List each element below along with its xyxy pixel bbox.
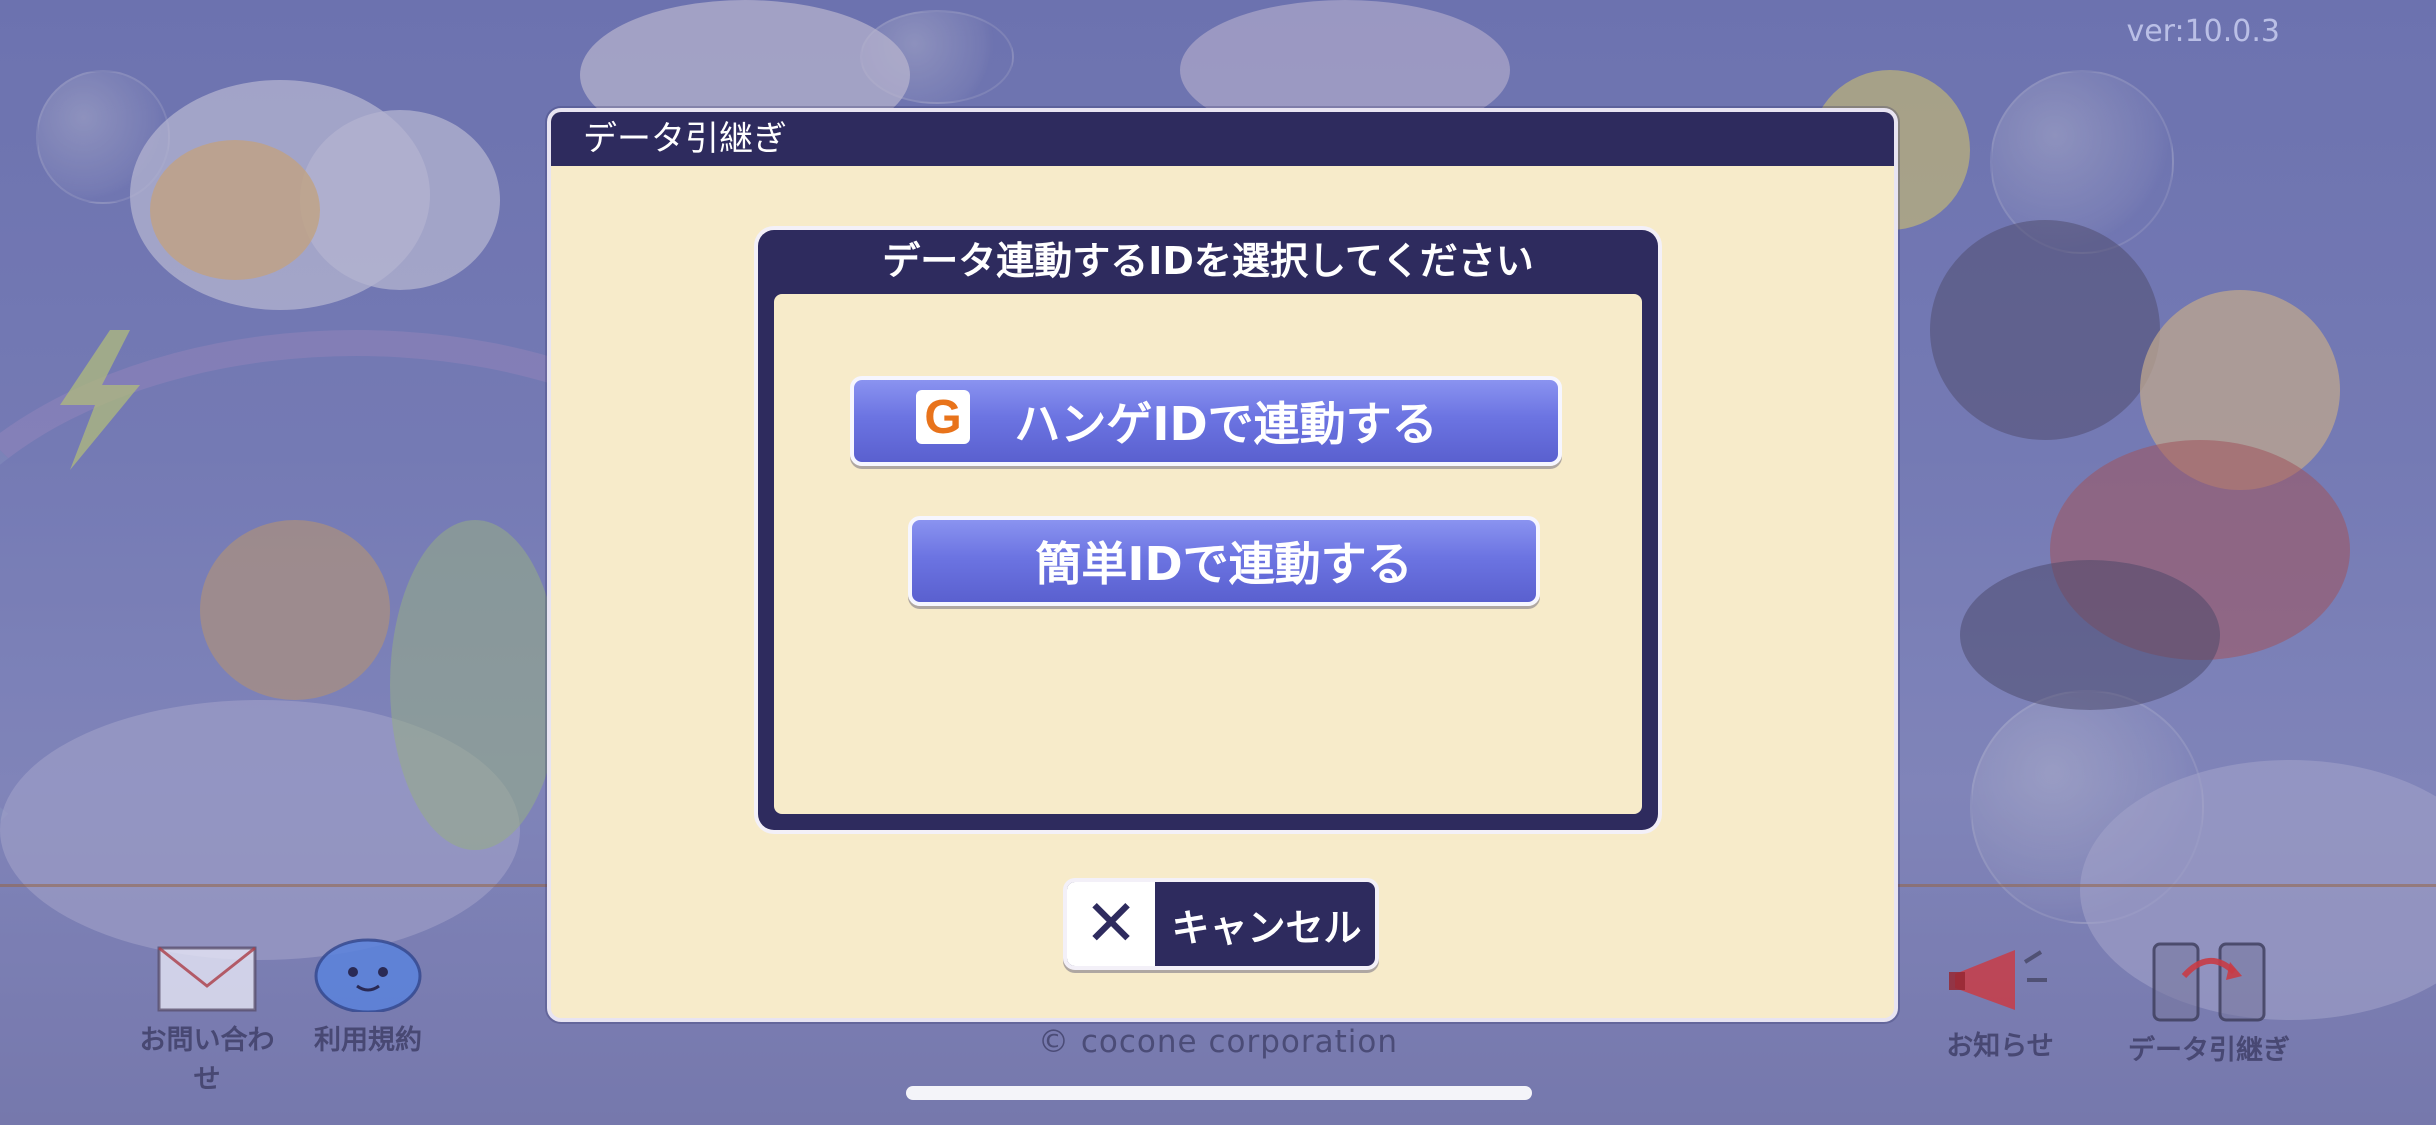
simple-id-link-button[interactable]: 簡単IDで連動する [908,516,1540,606]
envelope-icon [157,946,257,1012]
cancel-label: キャンセル [1171,905,1362,950]
copyright-text: © cocone corporation [1038,1024,1398,1060]
data-transfer-dialog: データ引継ぎ データ連動するIDを選択してください G ハンゲIDで連動する 簡… [547,108,1898,1022]
panel-title: データ連動するIDを選択してください [882,239,1534,283]
phones-transfer-icon [2144,942,2274,1022]
home-indicator[interactable] [906,1086,1532,1100]
megaphone-icon [1945,944,2055,1018]
simple-id-link-label: 簡単IDで連動する [1035,537,1413,591]
dialog-title: データ引継ぎ [551,112,1894,166]
contact-button[interactable]: お問い合わせ [132,946,282,1096]
slime-icon [313,930,423,1014]
close-icon: ✕ [1067,882,1158,966]
cancel-button[interactable]: ✕ キャンセル [1063,878,1379,970]
hange-id-link-label: ハンゲIDで連動する [1014,397,1438,451]
id-select-panel: データ連動するIDを選択してください G ハンゲIDで連動する 簡単IDで連動す… [758,230,1658,830]
hange-id-link-button[interactable]: G ハンゲIDで連動する [850,376,1562,466]
version-label: ver:10.0.3 [2126,14,2280,49]
title-screen: ver:10.0.3 お問い合わせ 利用規約 お知らせ データ引継ぎ © coc… [0,0,2436,1125]
hange-g-icon: G [916,390,970,444]
